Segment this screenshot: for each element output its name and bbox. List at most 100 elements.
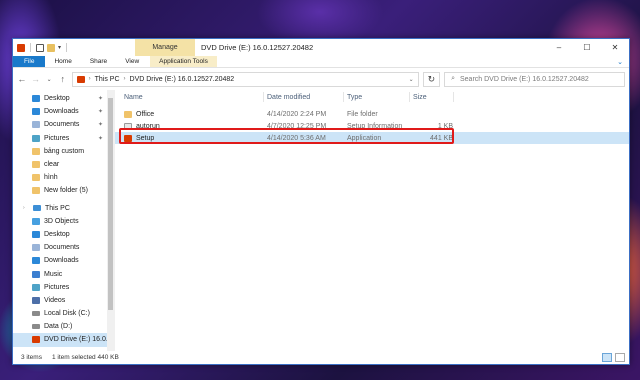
nav-item-label: hình	[44, 174, 58, 182]
new-folder-icon[interactable]	[47, 43, 55, 52]
nav-item-label: New folder (5)	[44, 187, 88, 195]
folder-icon	[32, 147, 40, 155]
divider[interactable]	[453, 92, 454, 102]
nav-item-local-disk-c[interactable]: Local Disk (C:)	[13, 307, 114, 320]
chevron-right-icon[interactable]: ›	[124, 76, 126, 82]
chevron-right-icon[interactable]: ›	[89, 76, 91, 82]
forward-arrow-icon[interactable]: →	[31, 74, 41, 84]
window-title: DVD Drive (E:) 16.0.12527.20482	[201, 43, 314, 52]
nav-item-label: Local Disk (C:)	[44, 310, 90, 318]
pictures-icon	[32, 134, 40, 142]
nav-item-bang-custom[interactable]: bảng custom	[13, 145, 114, 158]
tab-application-tools[interactable]: Application Tools	[150, 56, 217, 67]
nav-item-clear[interactable]: clear	[13, 158, 114, 171]
column-header-size[interactable]: Size	[413, 94, 427, 101]
desktop-icon	[32, 95, 40, 103]
nav-item-label: Downloads	[44, 108, 79, 116]
navigation-bar: ← → ⌄ ↑ › This PC › DVD Drive (E:) 16.0.…	[13, 68, 629, 90]
nav-item-label: Pictures	[44, 283, 70, 291]
breadcrumb-this-pc[interactable]: This PC	[95, 76, 120, 83]
column-headers: Name Date modified Type Size	[115, 90, 629, 104]
tab-share[interactable]: Share	[81, 56, 116, 67]
folder-icon	[32, 187, 40, 195]
scrollbar-thumb[interactable]	[108, 98, 113, 310]
file-list: Name Date modified Type Size Office 4/14…	[114, 90, 629, 351]
selection-info: 1 item selected 440 KB	[51, 354, 119, 361]
nav-item-desktop[interactable]: Desktop ✦	[13, 92, 114, 105]
highlight-box	[119, 128, 454, 144]
manage-tab[interactable]: Manage	[135, 39, 195, 56]
large-icons-view-icon[interactable]	[615, 353, 625, 362]
nav-item-label: Pictures	[44, 134, 70, 142]
file-row-office[interactable]: Office 4/14/2020 2:24 PM File folder	[115, 108, 629, 120]
nav-item-downloads[interactable]: Downloads ✦	[13, 105, 114, 118]
nav-item-label: clear	[44, 161, 60, 169]
column-header-name[interactable]: Name	[124, 94, 143, 101]
tab-home[interactable]: Home	[45, 56, 80, 67]
address-bar[interactable]: › This PC › DVD Drive (E:) 16.0.12527.20…	[71, 71, 419, 87]
file-explorer-window: ▾ Manage DVD Drive (E:) 16.0.12527.20482…	[12, 38, 630, 365]
address-dropdown-icon[interactable]: ⌄	[409, 76, 414, 83]
dvd-drive-icon	[32, 336, 40, 344]
nav-item-documents-pc[interactable]: Documents	[13, 241, 114, 254]
nav-item-downloads-pc[interactable]: Downloads	[13, 254, 114, 267]
file-name: Office	[136, 110, 155, 118]
refresh-icon: ↻	[427, 73, 436, 84]
documents-icon	[32, 121, 40, 129]
nav-item-desktop-pc[interactable]: Desktop	[13, 228, 114, 241]
nav-item-music[interactable]: Music	[13, 267, 114, 280]
3d-objects-icon	[32, 217, 40, 225]
nav-item-3d-objects[interactable]: 3D Objects	[13, 215, 114, 228]
tab-view[interactable]: View	[116, 56, 148, 67]
expand-icon[interactable]: ›	[23, 205, 29, 211]
tab-file[interactable]: File	[13, 56, 46, 67]
nav-item-label: bảng custom	[44, 147, 85, 155]
downloads-icon	[32, 108, 40, 116]
maximize-button[interactable]: ☐	[573, 39, 601, 56]
divider[interactable]	[263, 92, 264, 102]
main-content: Desktop ✦ Downloads ✦ Documents ✦ Pictur…	[13, 90, 629, 351]
disk-icon	[32, 311, 40, 317]
divider[interactable]	[409, 92, 410, 102]
nav-item-label: Music	[44, 270, 63, 278]
view-buttons	[602, 353, 625, 362]
nav-item-pictures[interactable]: Pictures ✦	[13, 132, 114, 145]
nav-item-new-folder-5[interactable]: New folder (5)	[13, 184, 114, 197]
nav-item-hinh[interactable]: hình	[13, 171, 114, 184]
back-arrow-icon[interactable]: ←	[17, 74, 27, 84]
ribbon-tabs: File Home Share View Application Tools ⌄	[13, 56, 629, 68]
expand-ribbon-icon[interactable]: ⌄	[617, 58, 623, 66]
folder-icon	[32, 161, 40, 169]
folder-icon	[32, 174, 40, 182]
close-button[interactable]: ✕	[601, 39, 629, 56]
nav-item-documents[interactable]: Documents ✦	[13, 118, 114, 131]
customize-toolbar-icon[interactable]: ▾	[58, 44, 61, 51]
nav-item-dvd-drive[interactable]: DVD Drive (E:) 16.0.1	[13, 333, 114, 347]
details-view-icon[interactable]	[602, 353, 612, 362]
nav-item-this-pc[interactable]: › This PC	[13, 202, 114, 215]
item-count: 3 items	[21, 354, 42, 361]
breadcrumb-dvd-drive[interactable]: DVD Drive (E:) 16.0.12527.20482	[130, 76, 235, 83]
up-arrow-icon[interactable]: ↑	[58, 74, 68, 84]
window-controls: – ☐ ✕	[545, 39, 629, 56]
search-input[interactable]: ⌕ Search DVD Drive (E:) 16.0.12527.20482	[444, 71, 626, 87]
column-header-date[interactable]: Date modified	[267, 94, 310, 101]
divider	[30, 43, 31, 52]
nav-item-data-d[interactable]: Data (D:)	[13, 320, 114, 333]
nav-scrollbar[interactable]	[107, 90, 114, 351]
divider[interactable]	[343, 92, 344, 102]
pictures-icon	[32, 283, 40, 291]
nav-item-videos[interactable]: Videos	[13, 294, 114, 307]
search-icon: ⌕	[451, 75, 455, 82]
properties-icon[interactable]	[36, 43, 44, 52]
refresh-button[interactable]: ↻	[422, 71, 441, 87]
nav-item-pictures-pc[interactable]: Pictures	[13, 281, 114, 294]
recent-locations-icon[interactable]: ⌄	[44, 76, 54, 83]
search-placeholder: Search DVD Drive (E:) 16.0.12527.20482	[459, 75, 589, 83]
file-type: File folder	[347, 110, 378, 118]
status-bar: 3 items 1 item selected 440 KB	[13, 351, 629, 364]
disk-icon	[32, 324, 40, 330]
nav-item-label: Documents	[44, 244, 80, 252]
minimize-button[interactable]: –	[545, 39, 573, 56]
column-header-type[interactable]: Type	[347, 94, 362, 101]
